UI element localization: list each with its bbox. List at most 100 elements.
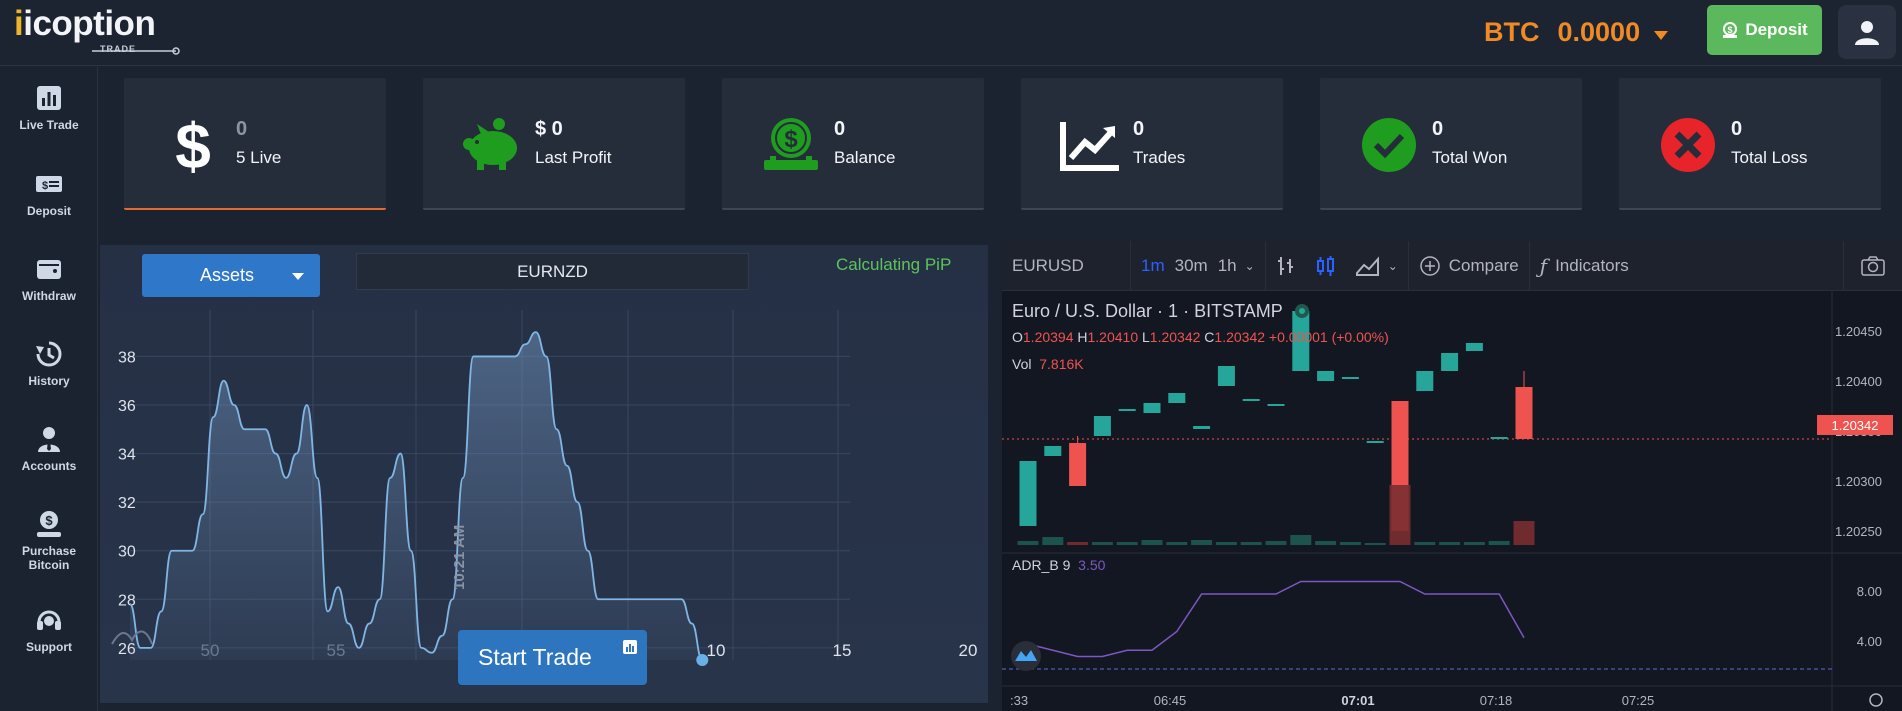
y-tick-label: 30 (118, 544, 136, 561)
sidebar-item-label: Deposit (26, 204, 71, 218)
wallet-icon (37, 260, 61, 279)
compare-label: Compare (1448, 255, 1519, 275)
volume-bar (1215, 542, 1237, 545)
candle (1168, 393, 1186, 403)
interval-label: 1h (1217, 255, 1237, 275)
volume-bar (1488, 541, 1510, 545)
candlestick-chart[interactable]: 1.204501.204001.203501.203001.202508.004… (1002, 291, 1902, 711)
dollar-icon: $ (175, 112, 211, 178)
volume-bar (1315, 541, 1337, 545)
symbol-search[interactable]: EURUSD (1002, 256, 1130, 276)
stat-card-balance[interactable]: $ 0 Balance (722, 78, 984, 210)
volume-bar (1067, 542, 1089, 545)
tv-toolbar: EURUSD 1m 30m 1h ⌄ ⌄ Compare ƒ Indicators (1002, 240, 1902, 291)
stat-label: Total Loss (1731, 148, 1808, 167)
stat-card-trades[interactable]: 0 Trades (1021, 78, 1283, 210)
candle (1044, 446, 1062, 456)
tv-indicator-readout: ADR_B 9 3.50 (1012, 557, 1105, 573)
stat-card-total-loss[interactable]: 0 Total Loss (1619, 78, 1881, 210)
logo-main: icoption (23, 4, 156, 43)
candle (1193, 426, 1211, 429)
svg-text:$: $ (1728, 25, 1733, 35)
stat-card-last-profit[interactable]: $ 0 Last Profit (423, 78, 685, 210)
pair-field[interactable]: EURNZD (356, 253, 749, 290)
tradingview-widget: EURUSD 1m 30m 1h ⌄ ⌄ Compare ƒ Indicators … (1002, 240, 1902, 711)
candle (1465, 343, 1483, 351)
interval-label: 30m (1174, 255, 1208, 275)
volume-bar (1116, 542, 1138, 545)
candles-style-button[interactable] (1306, 255, 1346, 277)
stat-value: 0 (236, 118, 248, 140)
sidebar-item-accounts[interactable]: Accounts (0, 414, 98, 484)
ohlc-open: 1.20394 (1022, 329, 1074, 345)
svg-text:$: $ (784, 126, 798, 153)
candle (1267, 404, 1285, 406)
camera-icon (1861, 255, 1885, 276)
chevron-down-icon: ⌄ (1387, 258, 1398, 273)
svg-text:$: $ (45, 513, 53, 528)
symbol-label: EURUSD (1012, 255, 1084, 275)
volume-bar (1513, 521, 1535, 545)
stat-label: Balance (834, 148, 896, 167)
chevron-down-icon (1654, 30, 1669, 40)
volume-bar (1042, 537, 1064, 545)
compare-button[interactable]: Compare (1409, 255, 1529, 277)
money-icon: $ (1723, 22, 1738, 38)
y-tick-label: 32 (118, 495, 136, 512)
indicators-button[interactable]: ƒ Indicators (1530, 254, 1639, 278)
start-trade-label: Start Trade (478, 644, 592, 670)
area-style-button[interactable]: ⌄ (1346, 255, 1408, 277)
bars-icon (1277, 256, 1293, 275)
stat-label: Total Won (1432, 148, 1508, 167)
candle (1069, 443, 1087, 486)
logo-text: iicoption (14, 4, 156, 43)
tv-volume-readout: Vol 7.816K (1012, 356, 1084, 372)
sidebar-item-label: Accounts (21, 459, 77, 473)
time-marker-label: 10:21 AM (451, 524, 468, 590)
money-hand-icon: $ (764, 118, 818, 170)
sidebar-item-support[interactable]: Support (0, 595, 98, 665)
sidebar-item-deposit[interactable]: $ Deposit (0, 159, 98, 229)
deposit-button-label: Deposit (1745, 20, 1808, 39)
indicator-name: ADR_B (1012, 557, 1059, 573)
candle (1217, 366, 1235, 386)
bitcoin-hand-icon: $ (37, 511, 61, 537)
candle (1317, 371, 1335, 381)
bar-style-button[interactable] (1266, 255, 1306, 277)
volume-bar (1091, 542, 1113, 545)
sidebar-item-withdraw[interactable]: Withdraw (0, 244, 98, 314)
assets-dropdown[interactable]: Assets (142, 254, 320, 297)
x-tick-label: 20 (959, 641, 978, 660)
sidebar-item-live-trade[interactable]: Live Trade (0, 73, 98, 143)
stat-value: 0 (1731, 118, 1743, 140)
interval-30m[interactable]: 30m (1175, 256, 1218, 276)
stat-card-live[interactable]: $ 0 5 Live (124, 78, 386, 210)
interval-1h[interactable]: 1h ⌄ (1218, 256, 1265, 276)
logo[interactable]: iicoption TRADE (14, 4, 184, 60)
sidebar-item-label: Live Trade (19, 118, 79, 132)
stat-value: 0 (834, 118, 846, 140)
price-area-chart[interactable]: 262830323436385055101520 (100, 300, 990, 680)
avatar[interactable] (1838, 5, 1896, 59)
stat-label: Trades (1133, 148, 1186, 167)
stat-card-total-won[interactable]: 0 Total Won (1320, 78, 1582, 210)
indicator-line (1027, 580, 1525, 658)
candle (1490, 437, 1508, 439)
snapshot-button[interactable] (1844, 255, 1902, 277)
wallet-selector[interactable]: BTC 0.0000 (1484, 14, 1669, 50)
pair-value: EURNZD (517, 261, 588, 281)
interval-1m[interactable]: 1m (1131, 256, 1175, 276)
y-tick-label: 36 (118, 398, 136, 415)
start-trade-button[interactable]: Start Trade (458, 630, 647, 685)
x-tick-label: 15 (833, 641, 852, 660)
pip-status: Calculating PiP (836, 255, 952, 274)
sidebar-item-history[interactable]: History (0, 329, 98, 399)
deposit-button[interactable]: $ Deposit (1707, 5, 1822, 55)
market-status-icon (1295, 304, 1310, 318)
candle (1019, 461, 1037, 526)
time-tick-label: 07:01 (1341, 693, 1374, 708)
volume-bar (1339, 542, 1361, 545)
piggy-bank-icon (463, 118, 517, 170)
candle (1242, 399, 1260, 401)
sidebar-item-purchase-bitcoin[interactable]: $ Purchase Bitcoin (0, 501, 98, 581)
